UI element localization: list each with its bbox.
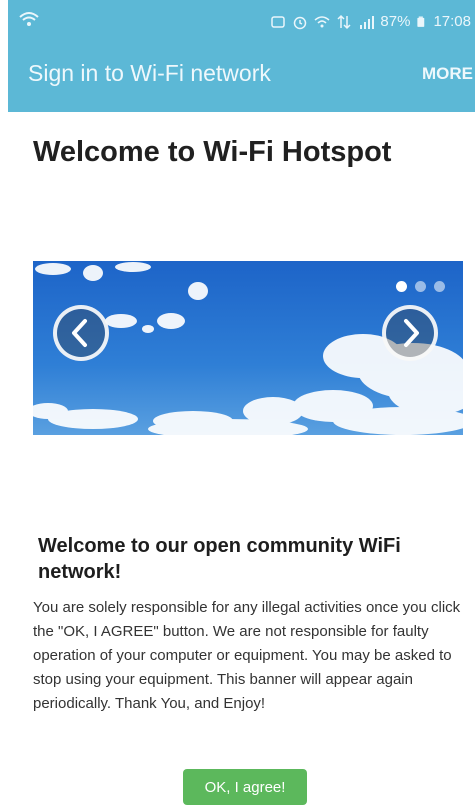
alarm-icon — [294, 16, 307, 29]
battery-percent: 87% — [380, 13, 411, 30]
more-menu-button[interactable]: MORE — [422, 64, 473, 84]
carousel-dot[interactable] — [415, 281, 426, 292]
chevron-right-icon — [404, 319, 419, 347]
app-bar: 87% 17:08 Sign in to Wi-Fi network MORE — [8, 0, 475, 112]
carousel-indicators — [396, 281, 445, 292]
agree-button[interactable]: OK, I agree! — [183, 769, 307, 805]
signal-icon — [360, 15, 375, 29]
terms-text: You are solely responsible for any illeg… — [33, 599, 461, 712]
clock: 17:08 — [433, 13, 471, 30]
page-title: Welcome to Wi-Fi Hotspot — [33, 136, 392, 168]
wifi-icon — [314, 15, 330, 27]
image-carousel — [33, 261, 463, 435]
carousel-dot[interactable] — [434, 281, 445, 292]
data-transfer-icon — [337, 14, 351, 29]
welcome-heading: Welcome to our open community WiFi netwo… — [38, 535, 401, 583]
carousel-next-button[interactable] — [382, 305, 438, 361]
nfc-icon — [271, 15, 286, 28]
carousel-prev-button[interactable] — [53, 305, 109, 361]
chevron-left-icon — [72, 319, 87, 347]
app-bar-title: Sign in to Wi-Fi network — [28, 60, 271, 86]
battery-icon — [417, 16, 425, 27]
wifi-status-icon — [19, 12, 39, 26]
status-bar: 87% 17:08 — [8, 0, 475, 44]
carousel-dot[interactable] — [396, 281, 407, 292]
